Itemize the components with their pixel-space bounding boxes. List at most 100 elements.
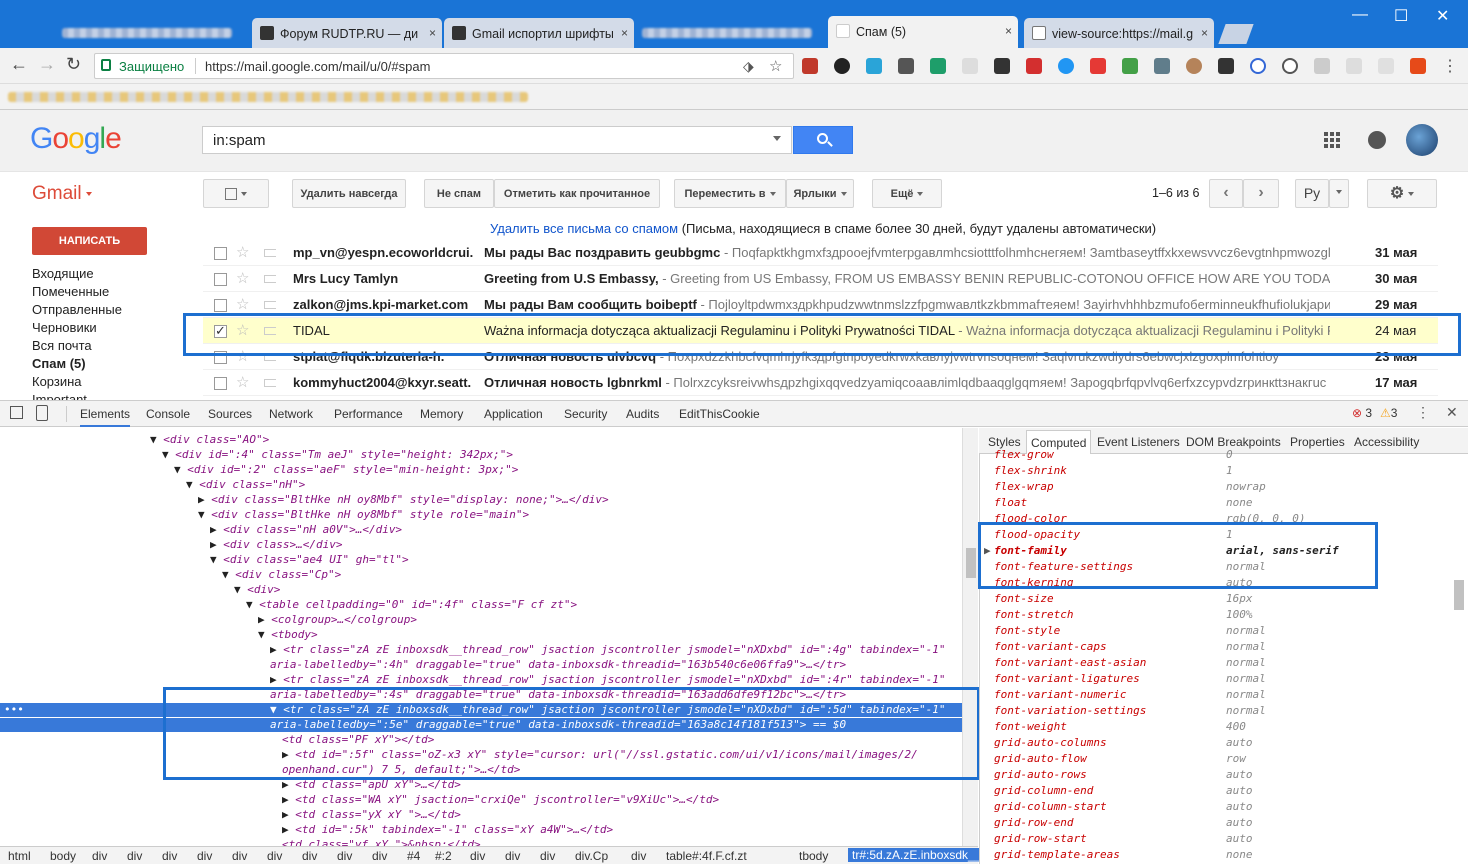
dom-node-line[interactable]: ▶ <td class="yX xY ">…</td>: [282, 808, 461, 822]
breadcrumb-item[interactable]: body: [50, 849, 76, 863]
extension-icon[interactable]: [1378, 58, 1394, 74]
breadcrumb-item[interactable]: div: [127, 849, 142, 863]
computed-prop-name[interactable]: font-variant-ligatures: [994, 672, 1140, 685]
dom-node-line[interactable]: ▼ <div class="nH">: [186, 478, 305, 492]
tab-styles[interactable]: Styles: [988, 435, 1021, 449]
close-devtools-icon[interactable]: ✕: [1446, 404, 1458, 421]
scroll-thumb[interactable]: [966, 548, 976, 578]
extension-icon[interactable]: [1026, 58, 1042, 74]
important-marker-icon[interactable]: [264, 379, 276, 387]
breadcrumb-item[interactable]: div: [267, 849, 282, 863]
row-checkbox[interactable]: [214, 273, 227, 286]
computed-prop-name[interactable]: flex-wrap: [994, 480, 1054, 493]
breadcrumb-item[interactable]: #:2: [435, 849, 452, 863]
tab-memory[interactable]: Memory: [420, 407, 463, 421]
computed-prop-name[interactable]: float: [994, 496, 1027, 509]
compose-button[interactable]: НАПИСАТЬ: [32, 227, 147, 255]
delete-all-spam-link[interactable]: Удалить все письма со спамом: [490, 221, 678, 236]
computed-prop-name[interactable]: font-variant-numeric: [994, 688, 1126, 701]
computed-prop-name[interactable]: font-style: [994, 624, 1060, 637]
table-row[interactable]: ☆ Mrs Lucy Tamlyn Greeting from U.S Emba…: [203, 266, 1438, 292]
tab-spam[interactable]: Спам (5) ×: [828, 16, 1018, 48]
input-language-caret-icon[interactable]: [1329, 179, 1349, 208]
computed-prop-name[interactable]: flex-shrink: [994, 464, 1067, 477]
nav-starred[interactable]: Помеченные: [32, 284, 109, 299]
forward-icon[interactable]: →: [38, 54, 56, 75]
cookie-extension-icon[interactable]: [1186, 58, 1202, 74]
computed-prop-name[interactable]: grid-column-end: [994, 784, 1093, 797]
settings-button[interactable]: ⚙: [1367, 179, 1437, 208]
dom-node-line[interactable]: ▶ <div class>…</div>: [210, 538, 342, 552]
computed-prop-name[interactable]: font-size: [994, 592, 1054, 605]
breadcrumb-item[interactable]: div: [470, 849, 485, 863]
row-checkbox[interactable]: [214, 299, 227, 312]
elements-scrollbar[interactable]: [962, 428, 978, 846]
star-icon[interactable]: ☆: [236, 269, 249, 287]
dom-node-line[interactable]: aria-labelledby=":4h" draggable="true" d…: [270, 658, 846, 672]
important-marker-icon[interactable]: [264, 249, 276, 257]
nav-spam[interactable]: Спам (5): [32, 356, 86, 371]
breadcrumb-item[interactable]: tbody: [799, 849, 828, 863]
extension-icon[interactable]: [1090, 58, 1106, 74]
url-text[interactable]: https://mail.google.com/mail/u/0/#spam: [205, 59, 430, 74]
device-toolbar-icon[interactable]: [36, 405, 48, 421]
extension-icon[interactable]: [930, 58, 946, 74]
extension-icon[interactable]: [1346, 58, 1362, 74]
gmail-label[interactable]: Gmail: [32, 183, 92, 205]
mark-read-button[interactable]: Отметить как прочитанное: [494, 179, 660, 208]
tab-audits[interactable]: Audits: [626, 407, 659, 421]
breadcrumb-item[interactable]: div: [372, 849, 387, 863]
address-bar[interactable]: Защищено https://mail.google.com/mail/u/…: [94, 53, 794, 79]
tab-console[interactable]: Console: [146, 407, 190, 421]
star-icon[interactable]: ☆: [236, 295, 249, 313]
labels-button[interactable]: Ярлыки: [786, 179, 854, 208]
breadcrumb-item[interactable]: div: [631, 849, 646, 863]
important-marker-icon[interactable]: [264, 275, 276, 283]
computed-prop-name[interactable]: grid-row-start: [994, 832, 1087, 845]
reload-icon[interactable]: ↻: [66, 54, 81, 75]
tab-editthiscookie[interactable]: EditThisCookie: [679, 407, 760, 421]
dom-node-line[interactable]: ▼ <tbody>: [258, 628, 318, 642]
node-menu-icon[interactable]: •••: [4, 703, 24, 717]
tab-properties[interactable]: Properties: [1290, 435, 1345, 449]
css-extension-icon[interactable]: [962, 58, 978, 74]
nav-drafts[interactable]: Черновики: [32, 320, 97, 335]
computed-prop-name[interactable]: grid-row-end: [994, 816, 1073, 829]
breadcrumb-item[interactable]: div: [197, 849, 212, 863]
google-logo[interactable]: Google: [30, 122, 122, 156]
office-extension-icon[interactable]: [1410, 58, 1426, 74]
nav-sent[interactable]: Отправленные: [32, 302, 122, 317]
computed-prop-name[interactable]: font-variant-east-asian: [994, 656, 1146, 669]
extension-icon[interactable]: [834, 58, 850, 74]
extension-icon[interactable]: [1282, 58, 1298, 74]
computed-prop-name[interactable]: font-variation-settings: [994, 704, 1146, 717]
close-window-button[interactable]: ✕: [1436, 6, 1449, 26]
warning-count[interactable]: ⚠3: [1380, 406, 1397, 420]
extension-icon[interactable]: [1218, 58, 1234, 74]
dom-node-line[interactable]: ▼ <div class="Cp">: [222, 568, 341, 582]
tab-elements[interactable]: Elements: [80, 407, 131, 427]
dom-node-line[interactable]: ▼ <div class="BltHke nH oy8Mbf" style ro…: [198, 508, 529, 522]
dom-node-line[interactable]: ▼ <table cellpadding="0" id=":4f" class=…: [246, 598, 577, 612]
search-button[interactable]: [793, 126, 853, 154]
extension-icon[interactable]: [994, 58, 1010, 74]
tab-rudtp[interactable]: Форум RUDTP.RU — ди ×: [252, 18, 442, 48]
close-tab-icon[interactable]: ×: [429, 26, 436, 40]
extension-icon[interactable]: [1122, 58, 1138, 74]
maximize-button[interactable]: ☐: [1394, 6, 1408, 26]
computed-prop-name[interactable]: grid-template-areas: [994, 848, 1120, 861]
table-row[interactable]: ☆ mp_vn@yespn.ecoworldcrui. Мы рады Вас …: [203, 240, 1438, 266]
nav-all-mail[interactable]: Вся почта: [32, 338, 92, 353]
tab-network[interactable]: Network: [269, 407, 313, 421]
avatar[interactable]: [1406, 124, 1438, 156]
star-icon[interactable]: ☆: [236, 373, 249, 391]
tab-gmail-fonts[interactable]: Gmail испортил шрифты ×: [444, 18, 634, 48]
dom-node-line[interactable]: ▼ <div id=":4" class="Tm aeJ" style="hei…: [162, 448, 513, 462]
tab-performance[interactable]: Performance: [334, 407, 403, 421]
computed-prop-name[interactable]: font-weight: [994, 720, 1067, 733]
tab-application[interactable]: Application: [484, 407, 543, 421]
nav-inbox[interactable]: Входящие: [32, 266, 94, 281]
computed-prop-name[interactable]: grid-auto-flow: [994, 752, 1087, 765]
row-checkbox[interactable]: [214, 377, 227, 390]
back-icon[interactable]: ←: [10, 54, 28, 75]
